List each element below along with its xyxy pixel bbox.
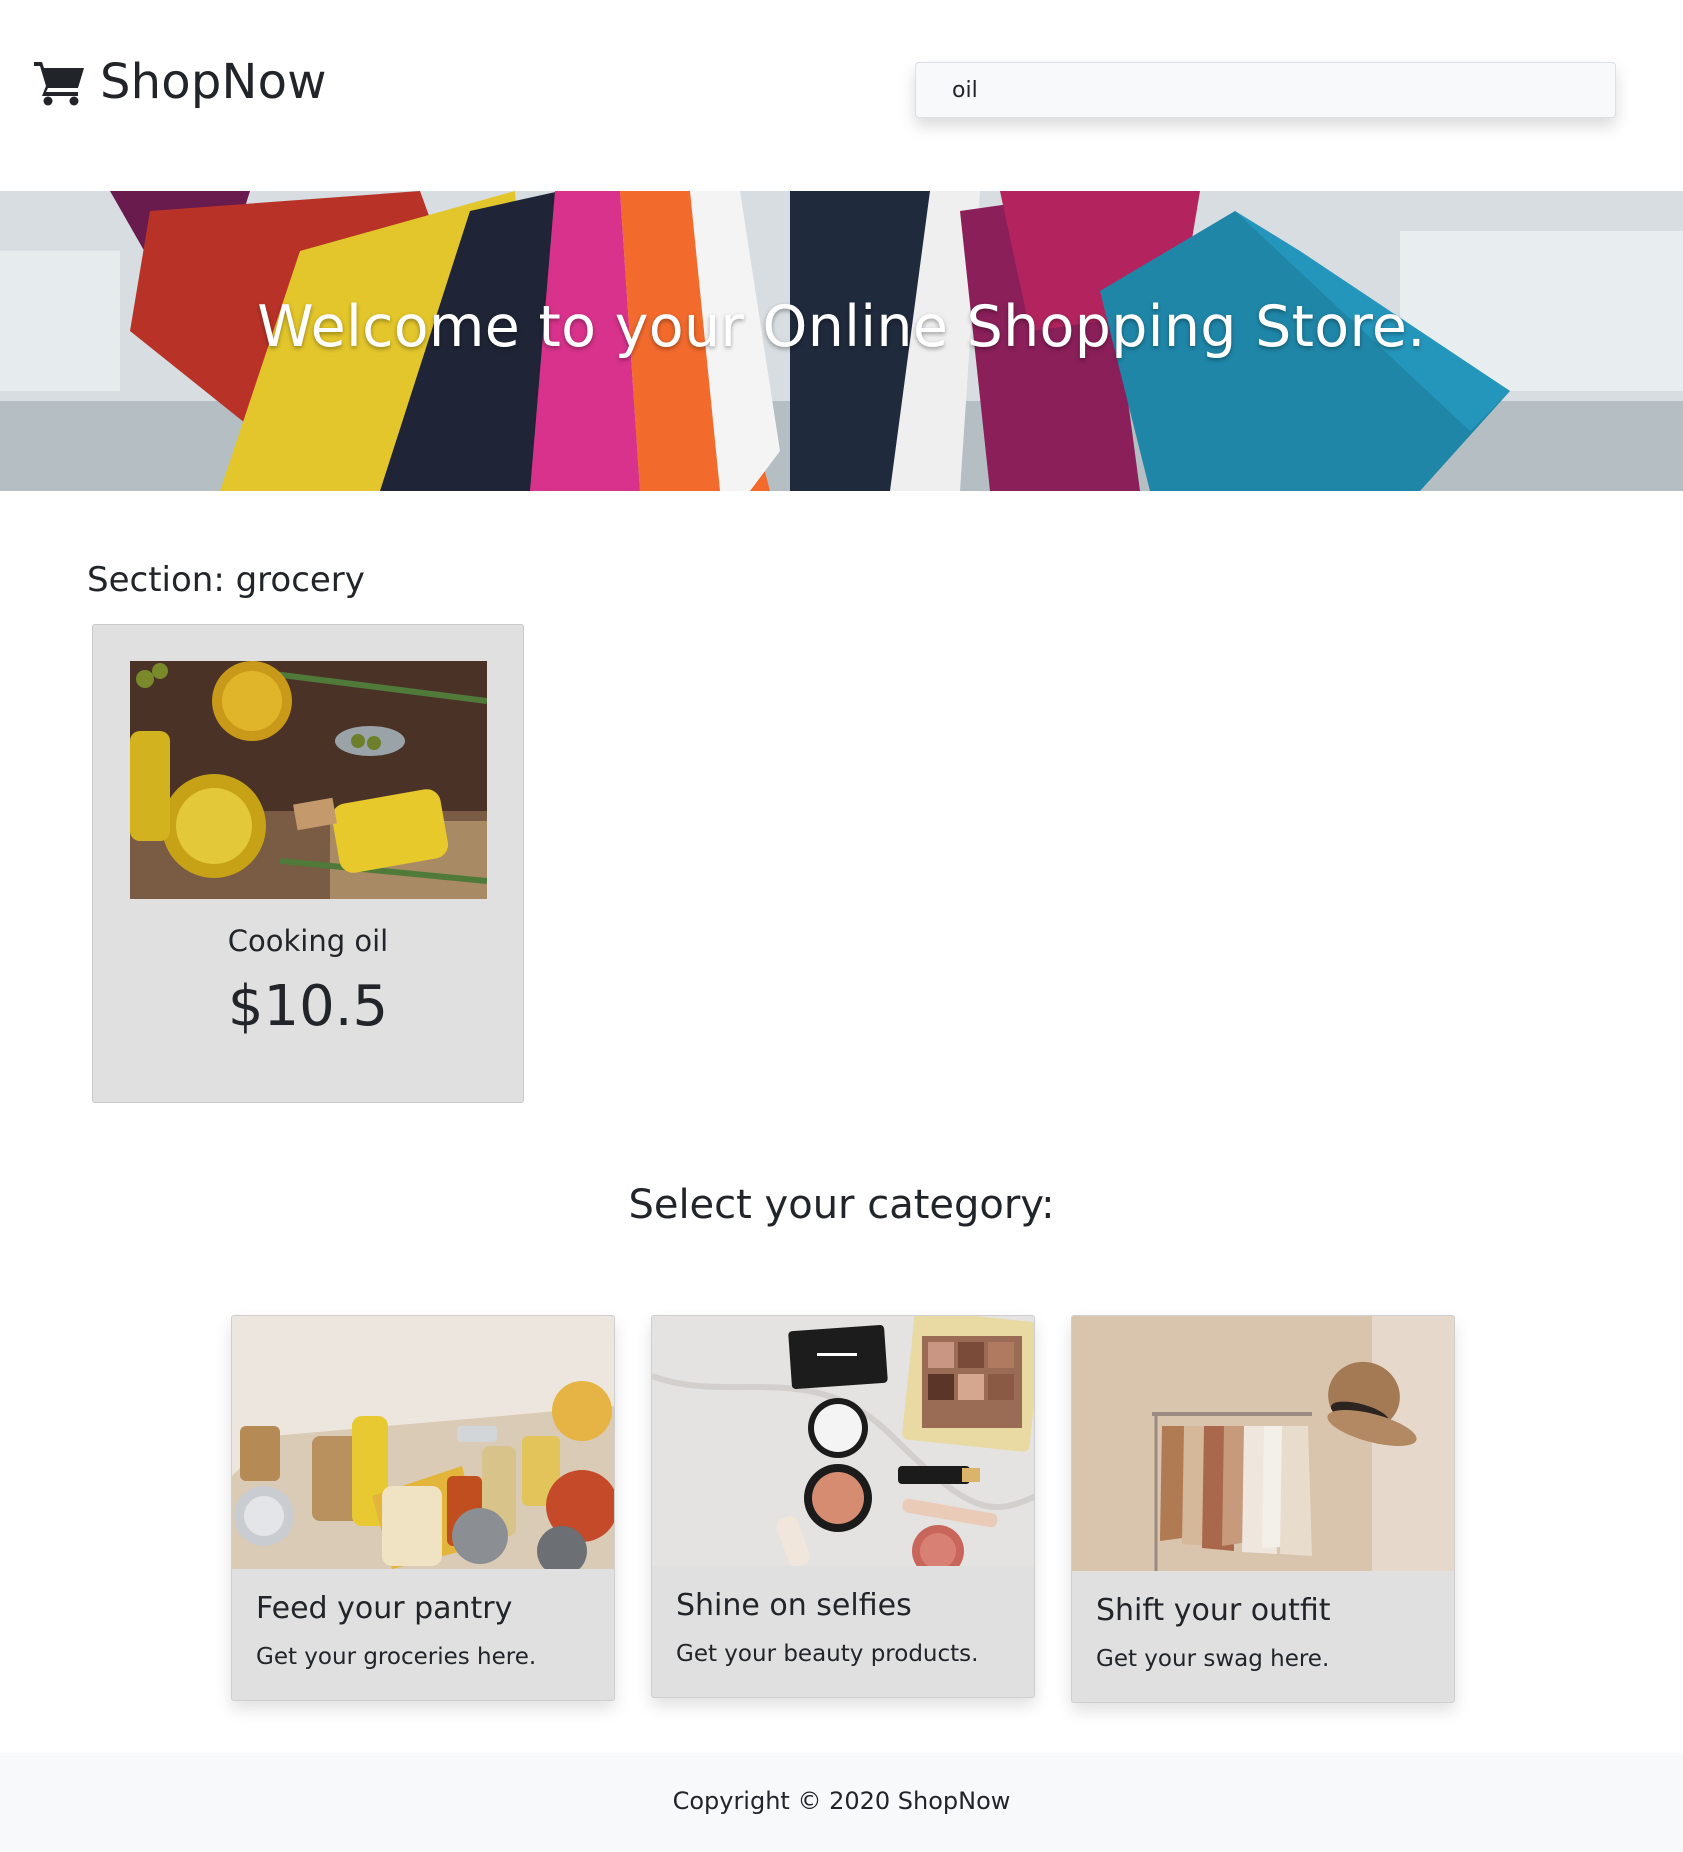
category-image-beauty	[652, 1316, 1034, 1566]
category-card-beauty[interactable]: Shine on selfies Get your beauty product…	[651, 1315, 1035, 1698]
category-text: Get your groceries here.	[256, 1644, 537, 1670]
product-image-cooking-oil	[130, 661, 487, 899]
site-header: ShopNow	[0, 0, 1683, 191]
brand-name: ShopNow	[100, 54, 327, 110]
category-heading: Select your category:	[628, 1182, 1055, 1228]
product-name: Cooking oil	[227, 924, 389, 958]
category-image-grocery	[232, 1316, 614, 1569]
cart-icon	[34, 62, 84, 106]
category-image-fashion	[1072, 1316, 1454, 1571]
search-input[interactable]	[915, 62, 1616, 118]
hero-banner: Welcome to your Online Shopping Store.	[0, 191, 1683, 491]
category-card-fashion[interactable]: Shift your outfit Get your swag here.	[1071, 1315, 1455, 1703]
category-title: Shine on selfies	[676, 1588, 912, 1623]
product-price: $10.5	[227, 974, 389, 1039]
brand-logo[interactable]: ShopNow	[32, 58, 327, 106]
hero-title: Welcome to your Online Shopping Store.	[257, 294, 1426, 360]
category-card-grocery[interactable]: Feed your pantry Get your groceries here…	[231, 1315, 615, 1701]
copyright-text: Copyright © 2020 ShopNow	[672, 1787, 1011, 1815]
category-text: Get your swag here.	[1096, 1646, 1330, 1672]
site-footer: Copyright © 2020 ShopNow	[0, 1753, 1683, 1852]
category-title: Feed your pantry	[256, 1591, 513, 1626]
category-title: Shift your outfit	[1096, 1593, 1331, 1628]
section-title: Section: grocery	[87, 560, 365, 600]
category-text: Get your beauty products.	[676, 1641, 979, 1667]
product-card[interactable]: Cooking oil $10.5	[92, 624, 524, 1103]
